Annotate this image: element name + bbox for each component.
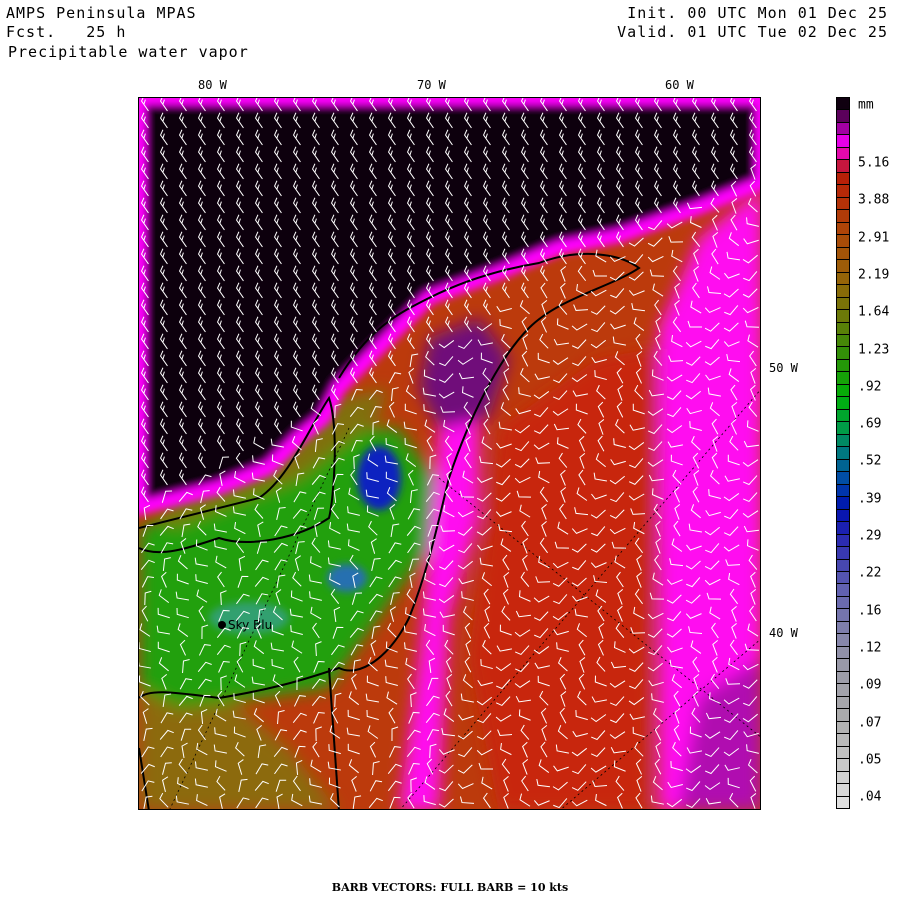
colorbar-box xyxy=(836,309,850,323)
colorbar-box xyxy=(836,483,850,498)
colorbar-label: .29 xyxy=(858,528,882,544)
colorbar-box xyxy=(836,97,850,111)
colorbar-box xyxy=(836,471,850,485)
colorbar-box xyxy=(836,134,850,148)
colorbar-box xyxy=(836,271,850,286)
model-title: AMPS Peninsula MPAS xyxy=(6,4,197,22)
colorbar-box xyxy=(836,209,850,223)
colorbar-label: .09 xyxy=(858,677,882,693)
colorbar-box xyxy=(836,334,850,348)
colorbar-box xyxy=(836,383,850,398)
colorbar-box xyxy=(836,109,850,123)
colorbar-box xyxy=(836,284,850,298)
colorbar-box xyxy=(836,533,850,548)
field-name: Precipitable water vapor xyxy=(8,43,249,61)
colorbar-box xyxy=(836,733,850,747)
colorbar-box xyxy=(836,296,850,311)
colorbar-box xyxy=(836,571,850,585)
lon-label-70w: 70 W xyxy=(417,78,446,92)
colorbar-box xyxy=(836,658,850,672)
colorbar-box xyxy=(836,408,850,423)
colorbar-box xyxy=(836,458,850,473)
colorbar-label: .16 xyxy=(858,603,882,619)
colorbar-box xyxy=(836,670,850,685)
lon-label-40w: 40 W xyxy=(769,626,798,640)
colorbar-label: .05 xyxy=(858,752,882,768)
colorbar-box xyxy=(836,745,850,760)
colorbar-box xyxy=(836,371,850,385)
colorbar-box xyxy=(836,620,850,635)
colorbar-label: .07 xyxy=(858,715,882,730)
colorbar-box xyxy=(836,583,850,597)
pwv-blue-core xyxy=(357,446,401,510)
colorbar-label: 2.91 xyxy=(858,230,890,246)
colorbar-box xyxy=(836,196,850,211)
colorbar-box xyxy=(836,720,850,735)
colorbar-label: .69 xyxy=(858,416,882,432)
colorbar-box xyxy=(836,446,850,460)
colorbar-box xyxy=(836,645,850,660)
colorbar-box xyxy=(836,259,850,273)
colorbar-box xyxy=(836,708,850,722)
colorbar-box xyxy=(836,146,850,161)
colorbar-box xyxy=(836,234,850,248)
colorbar-box xyxy=(836,595,850,610)
colorbar-box xyxy=(836,184,850,198)
colorbar-units: mm xyxy=(858,97,874,113)
colorbar-box xyxy=(836,683,850,697)
colorbar-label: 1.64 xyxy=(858,304,890,320)
valid-time: Valid. 01 UTC Tue 02 Dec 25 xyxy=(617,23,888,41)
colorbar xyxy=(836,97,850,809)
colorbar-box xyxy=(836,695,850,710)
colorbar-box xyxy=(836,496,850,510)
colorbar-box xyxy=(836,358,850,373)
colorbar-label: .04 xyxy=(858,789,882,805)
colorbar-label: .92 xyxy=(858,379,882,395)
colorbar-box xyxy=(836,521,850,535)
colorbar-label: 5.16 xyxy=(858,155,890,171)
colorbar-box xyxy=(836,121,850,136)
colorbar-box xyxy=(836,783,850,797)
lon-label-80w: 80 W xyxy=(198,78,227,92)
colorbar-box xyxy=(836,558,850,572)
colorbar-box xyxy=(836,758,850,772)
colorbar-box xyxy=(836,608,850,622)
colorbar-box xyxy=(836,421,850,435)
colorbar-box xyxy=(836,246,850,261)
colorbar-label: 1.23 xyxy=(858,342,890,357)
lon-label-60w: 60 W xyxy=(665,78,694,92)
colorbar-box xyxy=(836,396,850,410)
colorbar-box xyxy=(836,546,850,560)
colorbar-box xyxy=(836,159,850,173)
colorbar-box xyxy=(836,171,850,186)
pwv-blue-patch xyxy=(327,564,367,592)
colorbar-label: 3.88 xyxy=(858,192,890,208)
colorbar-box xyxy=(836,346,850,360)
init-time: Init. 00 UTC Mon 01 Dec 25 xyxy=(627,4,888,22)
colorbar-box xyxy=(836,433,850,448)
forecast-hour: Fcst. 25 h xyxy=(6,23,127,41)
map-canvas: Sky Blu xyxy=(139,98,760,809)
colorbar-box xyxy=(836,770,850,785)
colorbar-box xyxy=(836,221,850,236)
colorbar-label: .39 xyxy=(858,491,882,507)
precipitable-water-map: Sky Blu xyxy=(138,97,761,810)
colorbar-box xyxy=(836,321,850,335)
barb-legend: BARB VECTORS: FULL BARB = 10 kts xyxy=(331,881,569,894)
colorbar-box xyxy=(836,633,850,647)
lon-label-50w: 50 W xyxy=(769,361,798,375)
colorbar-box xyxy=(836,795,850,809)
colorbar-label: .52 xyxy=(858,453,882,469)
colorbar-label: .22 xyxy=(858,565,882,581)
colorbar-label: 2.19 xyxy=(858,267,890,283)
colorbar-box xyxy=(836,508,850,523)
station-label: Sky Blu xyxy=(228,618,272,632)
colorbar-label: .12 xyxy=(858,640,882,656)
